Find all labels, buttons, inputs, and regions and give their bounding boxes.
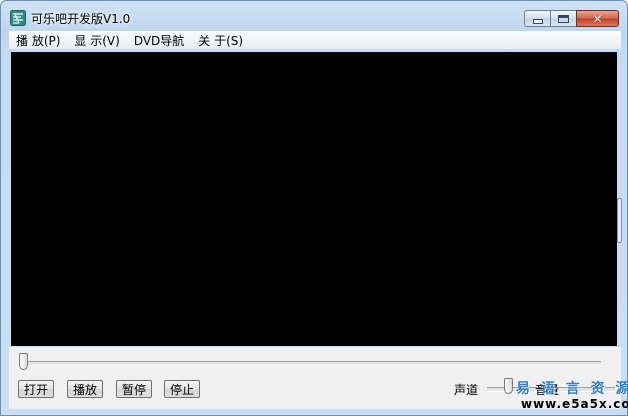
pause-button[interactable]: 暂停 (116, 380, 152, 398)
main-window: 可乐吧开发版V1.0 ✕ 播 放(P) 显 示(V) DVD导航 关 于(S) … (0, 0, 628, 416)
minimize-icon (532, 19, 543, 24)
caption-buttons: ✕ (524, 10, 619, 27)
play-button[interactable]: 播放 (67, 380, 103, 398)
maximize-button[interactable] (550, 10, 576, 27)
progress-slider-track[interactable] (21, 361, 601, 366)
channel-label: 声道 (454, 383, 479, 397)
video-display[interactable] (11, 52, 617, 346)
menu-view[interactable]: 显 示(V) (67, 32, 126, 49)
menu-bar: 播 放(P) 显 示(V) DVD导航 关 于(S) (9, 31, 621, 49)
title-bar[interactable]: 可乐吧开发版V1.0 ✕ (1, 1, 627, 31)
menu-about[interactable]: 关 于(S) (191, 32, 250, 49)
watermark-text: 易 语 言 资 源 网 (516, 381, 628, 397)
menu-play[interactable]: 播 放(P) (9, 32, 67, 49)
stop-button[interactable]: 停止 (164, 380, 200, 398)
volume-slider-thumb[interactable] (504, 378, 513, 394)
open-button[interactable]: 打开 (18, 380, 54, 398)
app-icon (10, 10, 26, 26)
progress-slider-thumb[interactable] (19, 353, 28, 370)
close-button[interactable]: ✕ (576, 10, 619, 27)
maximize-icon (558, 14, 569, 23)
menu-dvd-navigation[interactable]: DVD导航 (127, 32, 191, 49)
close-icon: ✕ (592, 11, 603, 26)
window-title: 可乐吧开发版V1.0 (31, 12, 131, 26)
minimize-button[interactable] (524, 10, 550, 27)
right-scrollbar-thumb[interactable] (617, 198, 622, 243)
watermark-url: www.e5a5x.com (521, 397, 628, 411)
